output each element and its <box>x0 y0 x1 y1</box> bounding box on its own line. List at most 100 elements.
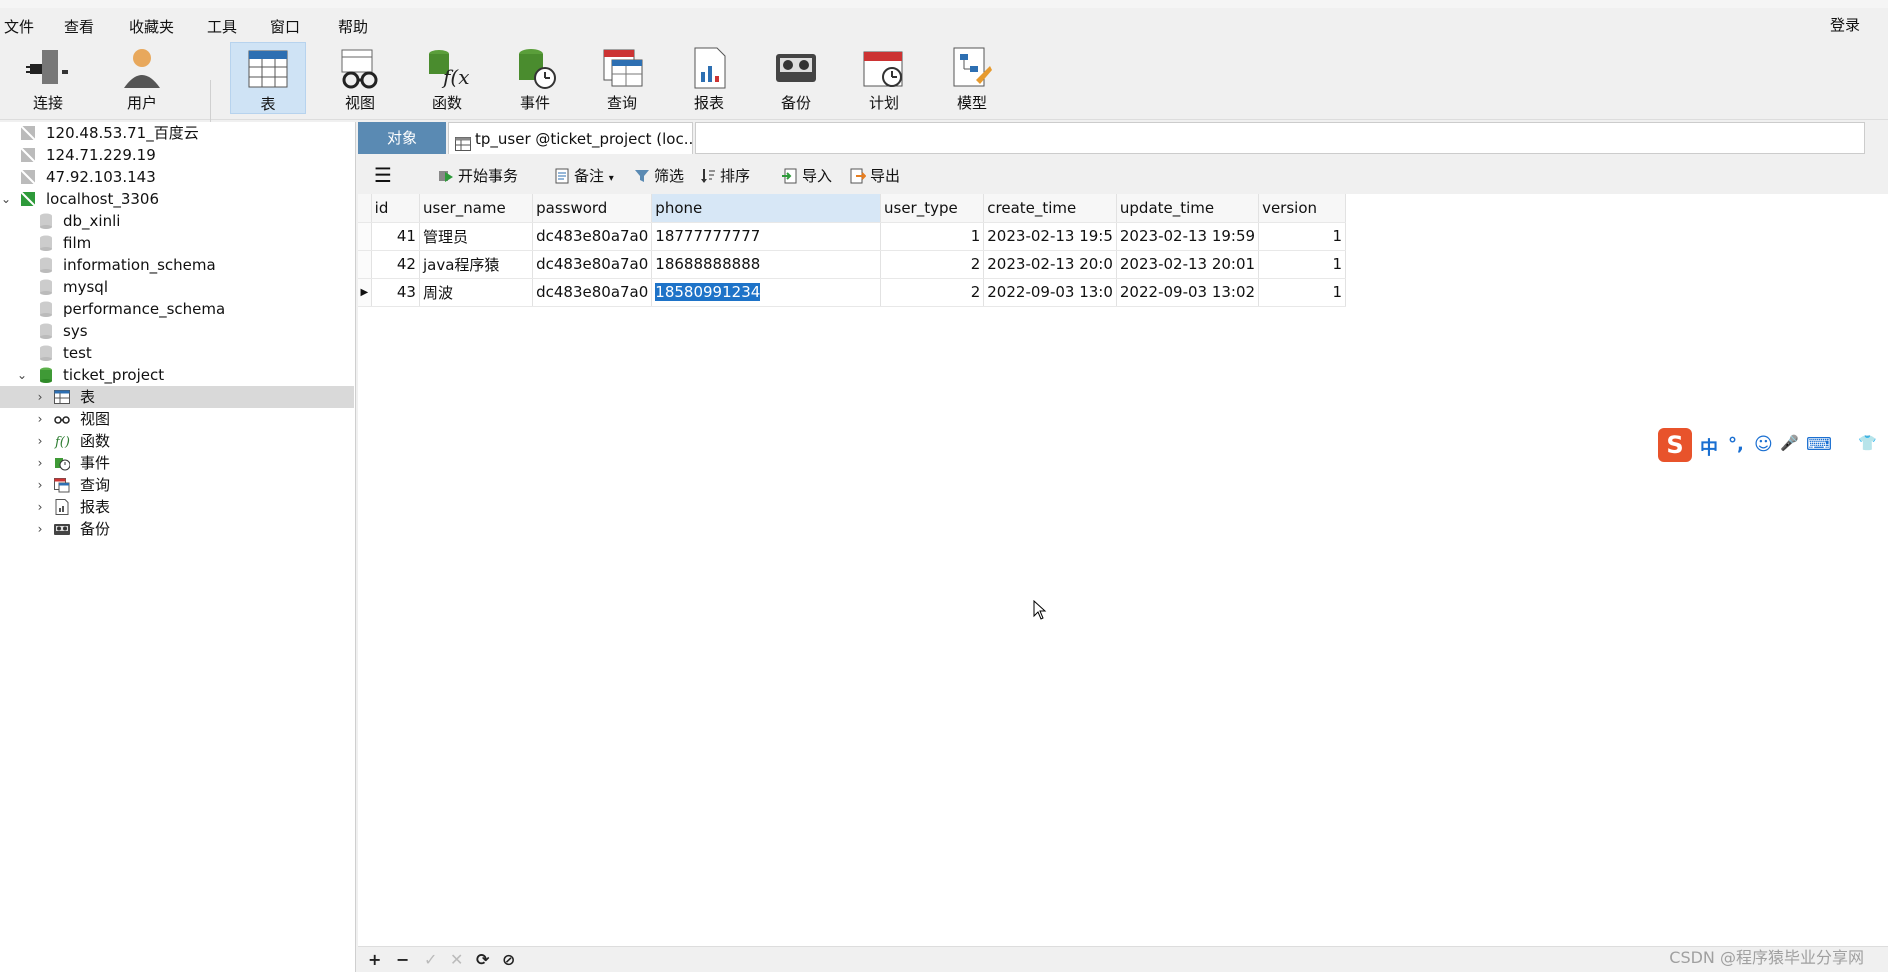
tree-node-views[interactable]: › 视图 <box>0 408 354 430</box>
menu-file[interactable]: 文件 <box>4 16 34 37</box>
table-row-current[interactable]: ▶ 43 周波 dc483e80a7a0 18580991234 2 2022-… <box>358 278 1346 307</box>
hamburger-menu-icon[interactable]: ☰ <box>374 164 392 188</box>
tree-database[interactable]: mysql <box>0 276 354 298</box>
cell-user-name[interactable]: 管理员 <box>419 222 534 251</box>
chevron-down-icon[interactable]: ▾ <box>609 173 614 184</box>
column-header-version[interactable]: version <box>1258 194 1346 223</box>
tree-database[interactable]: db_xinli <box>0 210 354 232</box>
column-header-password[interactable]: password <box>532 194 653 223</box>
tree-connection-localhost[interactable]: ⌄ localhost_3306 <box>0 188 354 210</box>
backup-button[interactable]: 备份 <box>758 42 834 114</box>
export-button[interactable]: 导出 <box>850 164 900 188</box>
login-button[interactable]: 登录 <box>1830 14 1860 35</box>
cell-user-type[interactable]: 2 <box>880 278 985 307</box>
column-header-phone[interactable]: phone <box>651 194 881 223</box>
ime-chinese-mode[interactable]: 中 <box>1700 434 1718 460</box>
tree-node-events[interactable]: › 事件 <box>0 452 354 474</box>
tree-node-reports[interactable]: › 报表 <box>0 496 354 518</box>
column-header-user-type[interactable]: user_type <box>880 194 985 223</box>
chevron-right-icon[interactable]: › <box>34 518 46 540</box>
selected-text[interactable]: 18580991234 <box>655 283 761 301</box>
import-button[interactable]: 导入 <box>782 164 832 188</box>
column-header-id[interactable]: id <box>371 194 420 223</box>
cell-update-time[interactable]: 2022-09-03 13:02 <box>1116 278 1260 307</box>
chevron-right-icon[interactable]: › <box>34 474 46 496</box>
row-marker[interactable] <box>358 250 372 279</box>
cell-create-time[interactable]: 2022-09-03 13:0 <box>983 278 1117 307</box>
tree-node-backups[interactable]: › 备份 <box>0 518 354 540</box>
tree-node-tables[interactable]: › 表 <box>0 386 354 408</box>
report-button[interactable]: 报表 <box>671 42 747 114</box>
table-row[interactable]: 41 管理员 dc483e80a7a0 18777777777 1 2023-0… <box>358 222 1346 251</box>
cell-phone[interactable]: 18688888888 <box>651 250 881 279</box>
connect-button[interactable]: 连接 <box>10 42 86 114</box>
discard-changes-button[interactable]: ✕ <box>450 950 463 969</box>
stop-button[interactable]: ⊘ <box>502 950 515 969</box>
tree-connection[interactable]: 124.71.229.19 <box>0 144 354 166</box>
tree-node-queries[interactable]: › 查询 <box>0 474 354 496</box>
row-marker[interactable] <box>358 222 372 251</box>
apply-changes-button[interactable]: ✓ <box>424 950 437 969</box>
tree-connection[interactable]: 47.92.103.143 <box>0 166 354 188</box>
add-record-button[interactable]: + <box>368 950 381 969</box>
sogou-logo-icon[interactable]: S <box>1658 428 1692 462</box>
cell-create-time[interactable]: 2023-02-13 19:5 <box>983 222 1117 251</box>
tab-table-editor[interactable]: tp_user @ticket_project (loc... <box>448 122 693 154</box>
function-button[interactable]: f(x) 函数 <box>409 42 485 114</box>
tab-objects[interactable]: 对象 <box>358 122 446 154</box>
tree-database[interactable]: sys <box>0 320 354 342</box>
cell-user-type[interactable]: 1 <box>880 222 985 251</box>
tree-connection[interactable]: 120.48.53.71_百度云 <box>0 122 354 144</box>
table-row[interactable]: 42 java程序猿 dc483e80a7a0 18688888888 2 20… <box>358 250 1346 279</box>
user-button[interactable]: 用户 <box>104 42 180 114</box>
column-header-create-time[interactable]: create_time <box>983 194 1117 223</box>
query-button[interactable]: 查询 <box>584 42 660 114</box>
note-button[interactable]: 备注 ▾ <box>554 164 614 188</box>
tree-database[interactable]: film <box>0 232 354 254</box>
cell-phone[interactable]: 18777777777 <box>651 222 881 251</box>
chevron-right-icon[interactable]: › <box>34 386 46 408</box>
ime-emoji-icon[interactable]: ☺ <box>1754 434 1773 455</box>
cell-user-name[interactable]: 周波 <box>419 278 534 307</box>
menu-favorites[interactable]: 收藏夹 <box>129 16 174 37</box>
tree-database[interactable]: performance_schema <box>0 298 354 320</box>
chevron-right-icon[interactable]: › <box>34 408 46 430</box>
ime-keyboard-icon[interactable]: ⌨ <box>1806 434 1832 455</box>
cell-update-time[interactable]: 2023-02-13 20:01 <box>1116 250 1260 279</box>
column-header-update-time[interactable]: update_time <box>1116 194 1260 223</box>
cell-password[interactable]: dc483e80a7a0 <box>532 222 653 251</box>
current-row-marker-icon[interactable]: ▶ <box>358 278 372 307</box>
tree-database[interactable]: test <box>0 342 354 364</box>
chevron-right-icon[interactable]: › <box>34 452 46 474</box>
schedule-button[interactable]: 计划 <box>846 42 922 114</box>
filter-button[interactable]: 筛选 <box>634 164 684 188</box>
ime-skin-icon[interactable]: 👕 <box>1858 434 1877 452</box>
begin-transaction-button[interactable]: 开始事务 <box>438 164 518 188</box>
chevron-right-icon[interactable]: › <box>34 496 46 518</box>
cell-update-time[interactable]: 2023-02-13 19:59 <box>1116 222 1260 251</box>
tree-database[interactable]: information_schema <box>0 254 354 276</box>
column-header-user-name[interactable]: user_name <box>419 194 534 223</box>
ime-punctuation-icon[interactable]: °, <box>1728 434 1744 455</box>
menu-view[interactable]: 查看 <box>64 16 94 37</box>
chevron-down-icon[interactable]: ⌄ <box>0 188 12 210</box>
cell-password[interactable]: dc483e80a7a0 <box>532 250 653 279</box>
tree-node-functions[interactable]: › f() 函数 <box>0 430 354 452</box>
ime-voice-icon[interactable]: 🎤 <box>1780 434 1799 452</box>
refresh-button[interactable]: ⟳ <box>476 950 489 969</box>
cell-id[interactable]: 41 <box>371 222 420 251</box>
cell-user-type[interactable]: 2 <box>880 250 985 279</box>
delete-record-button[interactable]: − <box>396 950 409 969</box>
model-button[interactable]: 模型 <box>934 42 1010 114</box>
chevron-right-icon[interactable]: › <box>34 430 46 452</box>
cell-id[interactable]: 42 <box>371 250 420 279</box>
view-button[interactable]: 视图 <box>322 42 398 114</box>
menu-tools[interactable]: 工具 <box>207 16 237 37</box>
cell-id[interactable]: 43 <box>371 278 420 307</box>
chevron-down-icon[interactable]: ⌄ <box>16 364 28 386</box>
cell-password[interactable]: dc483e80a7a0 <box>532 278 653 307</box>
table-button[interactable]: 表 <box>230 42 306 114</box>
cell-version[interactable]: 1 <box>1258 250 1346 279</box>
menu-help[interactable]: 帮助 <box>338 16 368 37</box>
cell-version[interactable]: 1 <box>1258 278 1346 307</box>
